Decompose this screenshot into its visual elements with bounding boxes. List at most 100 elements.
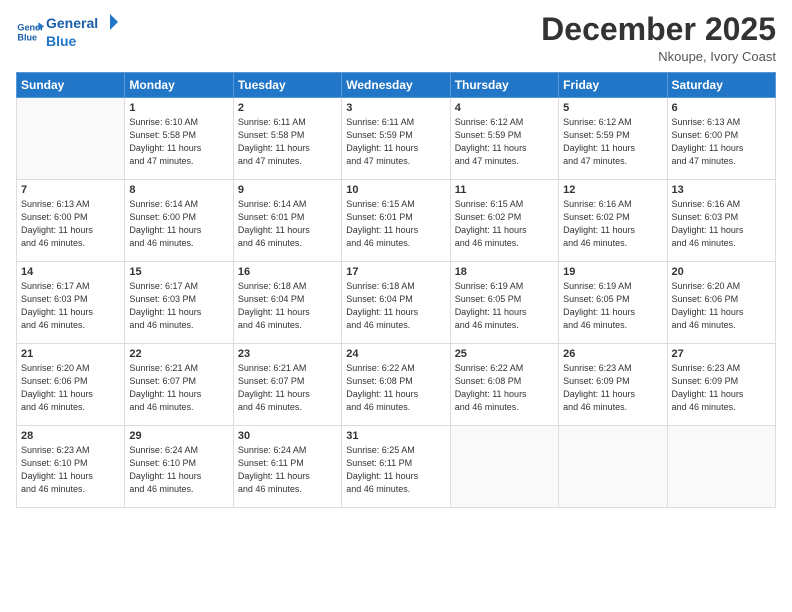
col-tuesday: Tuesday [233, 73, 341, 98]
calendar-week-1: 1 Sunrise: 6:10 AM Sunset: 5:58 PM Daylig… [17, 98, 776, 180]
col-saturday: Saturday [667, 73, 775, 98]
day-info: Sunrise: 6:24 AM Sunset: 6:11 PM Dayligh… [238, 444, 337, 496]
day-number: 24 [346, 348, 445, 360]
calendar-cell: 25 Sunrise: 6:22 AM Sunset: 6:08 PM Dayli… [450, 344, 558, 426]
calendar-cell: 29 Sunrise: 6:24 AM Sunset: 6:10 PM Dayli… [125, 426, 233, 508]
calendar-cell: 21Sunrise: 6:20 AM Sunset: 6:06 PM Dayli… [17, 344, 125, 426]
svg-text:Blue: Blue [17, 32, 37, 42]
calendar-week-4: 21Sunrise: 6:20 AM Sunset: 6:06 PM Dayli… [17, 344, 776, 426]
calendar-week-5: 28 Sunrise: 6:23 AM Sunset: 6:10 PM Dayli… [17, 426, 776, 508]
col-sunday: Sunday [17, 73, 125, 98]
day-number: 25 [455, 348, 554, 360]
calendar-cell [559, 426, 667, 508]
day-info: Sunrise: 6:20 AM Sunset: 6:06 PM Dayligh… [672, 280, 771, 332]
logo-icon: General Blue [16, 18, 44, 46]
calendar-cell: 16 Sunrise: 6:18 AM Sunset: 6:04 PM Dayli… [233, 262, 341, 344]
calendar-week-2: 7 Sunrise: 6:13 AM Sunset: 6:00 PM Daylig… [17, 180, 776, 262]
day-info: Sunrise: 6:16 AM Sunset: 6:03 PM Dayligh… [672, 198, 771, 250]
calendar-cell: 30 Sunrise: 6:24 AM Sunset: 6:11 PM Dayli… [233, 426, 341, 508]
calendar-cell: 31Sunrise: 6:25 AM Sunset: 6:11 PM Dayli… [342, 426, 450, 508]
day-info: Sunrise: 6:15 AM Sunset: 6:02 PM Dayligh… [455, 198, 554, 250]
header: General Blue General Blue December 2025 … [16, 12, 776, 64]
svg-text:Blue: Blue [46, 33, 77, 49]
calendar-cell: 1 Sunrise: 6:10 AM Sunset: 5:58 PM Daylig… [125, 98, 233, 180]
day-number: 9 [238, 184, 337, 196]
col-friday: Friday [559, 73, 667, 98]
day-number: 29 [129, 430, 228, 442]
svg-text:General: General [46, 15, 98, 31]
day-number: 4 [455, 102, 554, 114]
day-number: 26 [563, 348, 662, 360]
calendar-header: Sunday Monday Tuesday Wednesday Thursday… [17, 73, 776, 98]
page: General Blue General Blue December 2025 … [0, 0, 792, 612]
day-info: Sunrise: 6:13 AM Sunset: 6:00 PM Dayligh… [672, 116, 771, 168]
day-info: Sunrise: 6:15 AM Sunset: 6:01 PM Dayligh… [346, 198, 445, 250]
day-number: 18 [455, 266, 554, 278]
day-number: 28 [21, 430, 120, 442]
calendar-cell: 9 Sunrise: 6:14 AM Sunset: 6:01 PM Daylig… [233, 180, 341, 262]
day-number: 11 [455, 184, 554, 196]
calendar-cell: 7 Sunrise: 6:13 AM Sunset: 6:00 PM Daylig… [17, 180, 125, 262]
day-info: Sunrise: 6:17 AM Sunset: 6:03 PM Dayligh… [21, 280, 120, 332]
day-number: 2 [238, 102, 337, 114]
day-info: Sunrise: 6:23 AM Sunset: 6:09 PM Dayligh… [672, 362, 771, 414]
day-info: Sunrise: 6:10 AM Sunset: 5:58 PM Dayligh… [129, 116, 228, 168]
day-number: 3 [346, 102, 445, 114]
location: Nkoupe, Ivory Coast [541, 49, 776, 64]
day-number: 13 [672, 184, 771, 196]
calendar-cell: 18 Sunrise: 6:19 AM Sunset: 6:05 PM Dayli… [450, 262, 558, 344]
calendar-cell: 4 Sunrise: 6:12 AM Sunset: 5:59 PM Daylig… [450, 98, 558, 180]
day-number: 20 [672, 266, 771, 278]
day-info: Sunrise: 6:18 AM Sunset: 6:04 PM Dayligh… [346, 280, 445, 332]
calendar-cell: 3 Sunrise: 6:11 AM Sunset: 5:59 PM Daylig… [342, 98, 450, 180]
calendar-cell [17, 98, 125, 180]
day-info: Sunrise: 6:19 AM Sunset: 6:05 PM Dayligh… [455, 280, 554, 332]
calendar-cell: 5Sunrise: 6:12 AM Sunset: 5:59 PM Daylig… [559, 98, 667, 180]
day-number: 7 [21, 184, 120, 196]
day-number: 15 [129, 266, 228, 278]
day-number: 8 [129, 184, 228, 196]
day-info: Sunrise: 6:14 AM Sunset: 6:01 PM Dayligh… [238, 198, 337, 250]
header-row: Sunday Monday Tuesday Wednesday Thursday… [17, 73, 776, 98]
day-info: Sunrise: 6:21 AM Sunset: 6:07 PM Dayligh… [129, 362, 228, 414]
calendar-cell: 2 Sunrise: 6:11 AM Sunset: 5:58 PM Daylig… [233, 98, 341, 180]
logo: General Blue General Blue [16, 12, 126, 52]
day-info: Sunrise: 6:21 AM Sunset: 6:07 PM Dayligh… [238, 362, 337, 414]
calendar-cell: 17Sunrise: 6:18 AM Sunset: 6:04 PM Dayli… [342, 262, 450, 344]
day-info: Sunrise: 6:24 AM Sunset: 6:10 PM Dayligh… [129, 444, 228, 496]
calendar-cell: 10 Sunrise: 6:15 AM Sunset: 6:01 PM Dayli… [342, 180, 450, 262]
calendar-cell: 15 Sunrise: 6:17 AM Sunset: 6:03 PM Dayli… [125, 262, 233, 344]
calendar-table: Sunday Monday Tuesday Wednesday Thursday… [16, 72, 776, 508]
day-info: Sunrise: 6:23 AM Sunset: 6:10 PM Dayligh… [21, 444, 120, 496]
calendar-cell: 24Sunrise: 6:22 AM Sunset: 6:08 PM Dayli… [342, 344, 450, 426]
day-info: Sunrise: 6:11 AM Sunset: 5:59 PM Dayligh… [346, 116, 445, 168]
calendar-body: 1 Sunrise: 6:10 AM Sunset: 5:58 PM Daylig… [17, 98, 776, 508]
day-info: Sunrise: 6:14 AM Sunset: 6:00 PM Dayligh… [129, 198, 228, 250]
day-info: Sunrise: 6:17 AM Sunset: 6:03 PM Dayligh… [129, 280, 228, 332]
day-info: Sunrise: 6:13 AM Sunset: 6:00 PM Dayligh… [21, 198, 120, 250]
day-info: Sunrise: 6:12 AM Sunset: 5:59 PM Dayligh… [563, 116, 662, 168]
day-number: 1 [129, 102, 228, 114]
day-number: 16 [238, 266, 337, 278]
day-number: 30 [238, 430, 337, 442]
calendar-cell: 14Sunrise: 6:17 AM Sunset: 6:03 PM Dayli… [17, 262, 125, 344]
day-info: Sunrise: 6:12 AM Sunset: 5:59 PM Dayligh… [455, 116, 554, 168]
day-number: 19 [563, 266, 662, 278]
day-info: Sunrise: 6:22 AM Sunset: 6:08 PM Dayligh… [455, 362, 554, 414]
day-number: 23 [238, 348, 337, 360]
day-info: Sunrise: 6:23 AM Sunset: 6:09 PM Dayligh… [563, 362, 662, 414]
day-number: 31 [346, 430, 445, 442]
calendar-cell [667, 426, 775, 508]
col-wednesday: Wednesday [342, 73, 450, 98]
day-number: 21 [21, 348, 120, 360]
month-title: December 2025 [541, 12, 776, 47]
calendar-cell: 19 Sunrise: 6:19 AM Sunset: 6:05 PM Dayli… [559, 262, 667, 344]
calendar-cell: 13 Sunrise: 6:16 AM Sunset: 6:03 PM Dayli… [667, 180, 775, 262]
day-number: 10 [346, 184, 445, 196]
calendar-week-3: 14Sunrise: 6:17 AM Sunset: 6:03 PM Dayli… [17, 262, 776, 344]
day-number: 27 [672, 348, 771, 360]
day-info: Sunrise: 6:18 AM Sunset: 6:04 PM Dayligh… [238, 280, 337, 332]
day-info: Sunrise: 6:11 AM Sunset: 5:58 PM Dayligh… [238, 116, 337, 168]
day-info: Sunrise: 6:19 AM Sunset: 6:05 PM Dayligh… [563, 280, 662, 332]
title-block: December 2025 Nkoupe, Ivory Coast [541, 12, 776, 64]
